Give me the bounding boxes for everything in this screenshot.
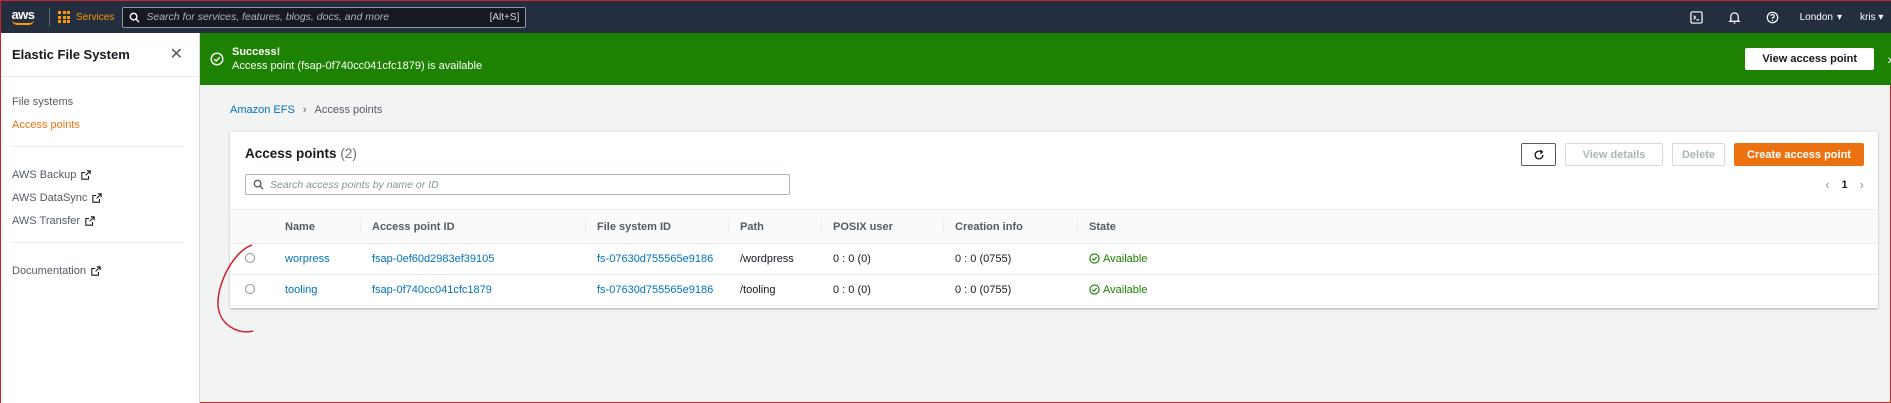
state-cell: Available	[1077, 243, 1878, 275]
access-points-panel: Access points (2) View details Delete Cr…	[230, 131, 1878, 308]
chevron-right-icon[interactable]: ›	[1887, 51, 1891, 67]
breadcrumb: Amazon EFS › Access points	[230, 104, 382, 116]
search-icon	[129, 12, 140, 23]
column-header-posix-user[interactable]: POSIX user	[821, 209, 943, 244]
region-selector[interactable]: London ▾	[1792, 12, 1852, 23]
creation-info-cell: 0 : 0 (0755)	[943, 274, 1077, 306]
sidebar-item-file-systems[interactable]: File systems	[12, 90, 188, 113]
access-points-search-input[interactable]: Search access points by name or ID	[245, 174, 790, 195]
cloudshell-icon[interactable]	[1678, 10, 1716, 24]
access-point-name-link[interactable]: tooling	[285, 284, 317, 296]
column-header-path[interactable]: Path	[728, 209, 821, 244]
annotation-bracket	[217, 244, 254, 333]
table-row[interactable]: worpress fsap-0ef60d2983ef39105 fs-07630…	[230, 243, 1878, 275]
chevron-left-icon[interactable]: ‹	[1825, 177, 1829, 192]
close-icon[interactable]: ✕	[170, 46, 183, 62]
success-check-icon	[210, 52, 224, 66]
page-number[interactable]: 1	[1842, 179, 1848, 191]
access-point-name-link[interactable]: worpress	[285, 253, 330, 265]
view-access-point-button[interactable]: View access point	[1745, 48, 1874, 70]
panel-title: Access points (2)	[245, 146, 357, 161]
breadcrumb-current: Access points	[314, 104, 383, 116]
sidebar-item-documentation[interactable]: Documentation	[12, 259, 188, 282]
external-link-icon	[92, 192, 103, 203]
services-grid-icon	[58, 11, 70, 23]
search-icon	[253, 179, 264, 190]
column-header-name[interactable]: Name	[273, 209, 360, 244]
bell-icon[interactable]	[1716, 11, 1754, 24]
help-icon[interactable]	[1754, 11, 1792, 24]
file-system-id-link[interactable]: fs-07630d755565e9186	[597, 253, 713, 265]
access-point-id-link[interactable]: fsap-0ef60d2983ef39105	[372, 253, 494, 265]
sidebar-title: Elastic File System	[12, 47, 130, 62]
search-shortcut-hint: [Alt+S]	[489, 11, 520, 23]
sidebar-item-aws-datasync[interactable]: AWS DataSync	[12, 186, 188, 209]
pagination: ‹ 1 ›	[1825, 177, 1864, 192]
column-header-file-system-id[interactable]: File system ID	[585, 209, 728, 244]
chevron-down-icon: ▾	[1836, 11, 1842, 23]
aws-logo[interactable]: aws	[1, 1, 41, 33]
refresh-icon	[1534, 149, 1544, 160]
view-details-button[interactable]: View details	[1565, 143, 1663, 166]
sidebar-item-aws-transfer[interactable]: AWS Transfer	[12, 209, 188, 232]
posix-user-cell: 0 : 0 (0)	[821, 243, 943, 275]
access-point-id-link[interactable]: fsap-0f740cc041cfc1879	[372, 284, 492, 296]
chevron-right-icon: ›	[302, 104, 307, 116]
services-menu-button[interactable]: Services	[58, 11, 122, 23]
flash-title: Success!	[232, 46, 281, 58]
status-available-icon	[1089, 284, 1100, 295]
create-access-point-button[interactable]: Create access point	[1734, 143, 1864, 166]
top-navigation: aws Services Search for services, featur…	[1, 1, 1891, 33]
external-link-icon	[81, 169, 92, 180]
side-navigation: Elastic File System ✕ File systems Acces…	[1, 33, 200, 403]
column-header-creation-info[interactable]: Creation info	[943, 209, 1077, 244]
aws-smile-icon	[12, 20, 34, 25]
access-points-count: (2)	[340, 146, 357, 161]
sidebar-item-aws-backup[interactable]: AWS Backup	[12, 163, 188, 186]
state-cell: Available	[1077, 274, 1878, 306]
table-header-row: Name Access point ID File system ID Path…	[230, 209, 1878, 244]
global-search-input[interactable]: Search for services, features, blogs, do…	[122, 6, 527, 28]
access-points-table: Name Access point ID File system ID Path…	[230, 209, 1878, 306]
breadcrumb-amazon-efs[interactable]: Amazon EFS	[230, 104, 295, 116]
column-header-state[interactable]: State	[1077, 209, 1878, 244]
table-row[interactable]: tooling fsap-0f740cc041cfc1879 fs-07630d…	[230, 274, 1878, 306]
success-flashbar: Success! Access point (fsap-0f740cc041cf…	[200, 33, 1891, 85]
file-system-id-link[interactable]: fs-07630d755565e9186	[597, 284, 713, 296]
path-cell: /tooling	[728, 274, 821, 306]
external-link-icon	[85, 215, 95, 226]
creation-info-cell: 0 : 0 (0755)	[943, 243, 1077, 275]
delete-button[interactable]: Delete	[1672, 143, 1725, 166]
flash-message: Access point (fsap-0f740cc041cfc1879) is…	[232, 60, 483, 72]
posix-user-cell: 0 : 0 (0)	[821, 274, 943, 306]
column-header-access-point-id[interactable]: Access point ID	[360, 209, 585, 244]
status-available-icon	[1089, 253, 1100, 264]
account-menu[interactable]: kris ▾	[1852, 12, 1891, 23]
chevron-right-icon[interactable]: ›	[1860, 177, 1864, 192]
path-cell: /wordpress	[728, 243, 821, 275]
sidebar-item-access-points[interactable]: Access points	[12, 113, 188, 136]
refresh-button[interactable]	[1521, 143, 1556, 166]
external-link-icon	[91, 265, 101, 276]
